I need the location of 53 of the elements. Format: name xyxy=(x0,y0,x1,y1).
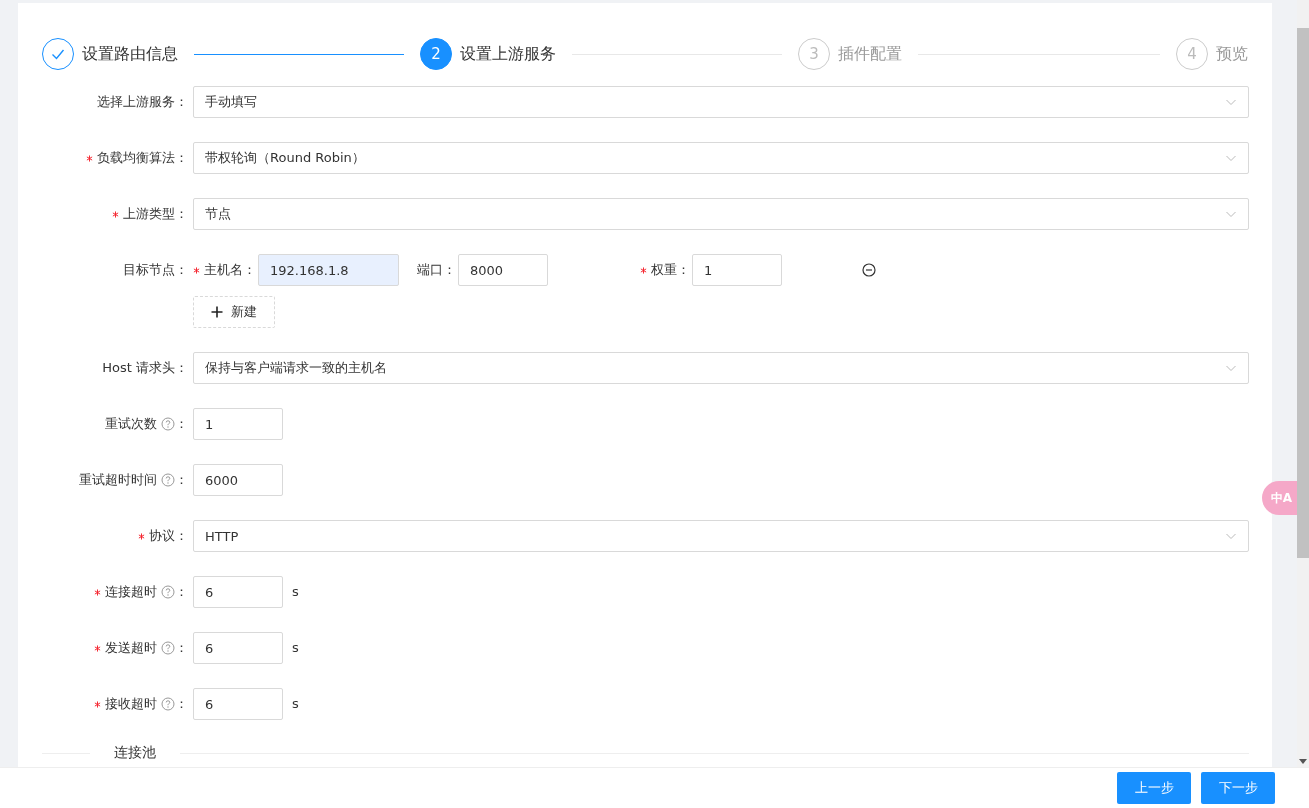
input-field[interactable]: 6 xyxy=(193,576,283,608)
field-label: 上游类型： xyxy=(123,205,188,223)
field-label: 端口： xyxy=(417,261,456,279)
label-colon: ： xyxy=(175,415,188,433)
help-icon[interactable] xyxy=(161,473,175,487)
unit-label: s xyxy=(292,695,299,713)
weight-input[interactable]: 1 xyxy=(692,254,782,286)
input-field[interactable]: 6 xyxy=(193,632,283,664)
step-number: 3 xyxy=(809,45,819,63)
field-label: 接收超时 xyxy=(105,695,157,713)
step-title: 预览 xyxy=(1216,43,1248,65)
plus-icon xyxy=(211,306,223,318)
host-input[interactable]: 192.168.1.8 xyxy=(258,254,399,286)
field-label: 重试超时时间 xyxy=(79,471,157,489)
step-title: 插件配置 xyxy=(838,43,902,65)
unit-label: s xyxy=(292,639,299,657)
help-icon[interactable] xyxy=(161,417,175,431)
select-field[interactable]: 带权轮询（Round Robin） xyxy=(193,142,1249,174)
remove-icon[interactable] xyxy=(862,263,876,277)
add-button[interactable]: 新建 xyxy=(193,296,275,328)
scrollbar[interactable] xyxy=(1297,0,1309,767)
label-colon: ： xyxy=(175,583,188,601)
field-label: 发送超时 xyxy=(105,639,157,657)
help-icon[interactable] xyxy=(161,697,175,711)
input-field[interactable]: 6 xyxy=(193,688,283,720)
field-label: 主机名： xyxy=(204,261,256,279)
scroll-down-arrow-icon[interactable] xyxy=(1299,759,1307,765)
port-input[interactable]: 8000 xyxy=(458,254,548,286)
help-icon[interactable] xyxy=(161,585,175,599)
field-label: 重试次数 xyxy=(105,415,157,433)
select-field[interactable]: HTTP xyxy=(193,520,1249,552)
step-number: 4 xyxy=(1187,45,1197,63)
step-title: 设置上游服务 xyxy=(460,43,556,65)
field-label: 协议： xyxy=(149,527,188,545)
step-number: 2 xyxy=(431,45,441,63)
field-label: 连接超时 xyxy=(105,583,157,601)
label-colon: ： xyxy=(175,471,188,489)
select-field[interactable]: 保持与客户端请求一致的主机名 xyxy=(193,352,1249,384)
unit-label: s xyxy=(292,583,299,601)
help-icon[interactable] xyxy=(161,641,175,655)
label-colon: ： xyxy=(175,695,188,713)
input-field[interactable]: 6000 xyxy=(193,464,283,496)
input-field[interactable]: 1 xyxy=(193,408,283,440)
field-label: Host 请求头： xyxy=(102,359,188,377)
label-colon: ： xyxy=(175,639,188,657)
field-label: 选择上游服务： xyxy=(97,93,188,111)
field-label: 目标节点： xyxy=(123,261,188,279)
section-divider-title: 连接池 xyxy=(113,744,157,762)
select-field[interactable]: 手动填写 xyxy=(193,86,1249,118)
step-title: 设置路由信息 xyxy=(82,43,178,65)
field-label: 负载均衡算法： xyxy=(97,149,188,167)
field-label: 权重： xyxy=(651,261,690,279)
select-field[interactable]: 节点 xyxy=(193,198,1249,230)
